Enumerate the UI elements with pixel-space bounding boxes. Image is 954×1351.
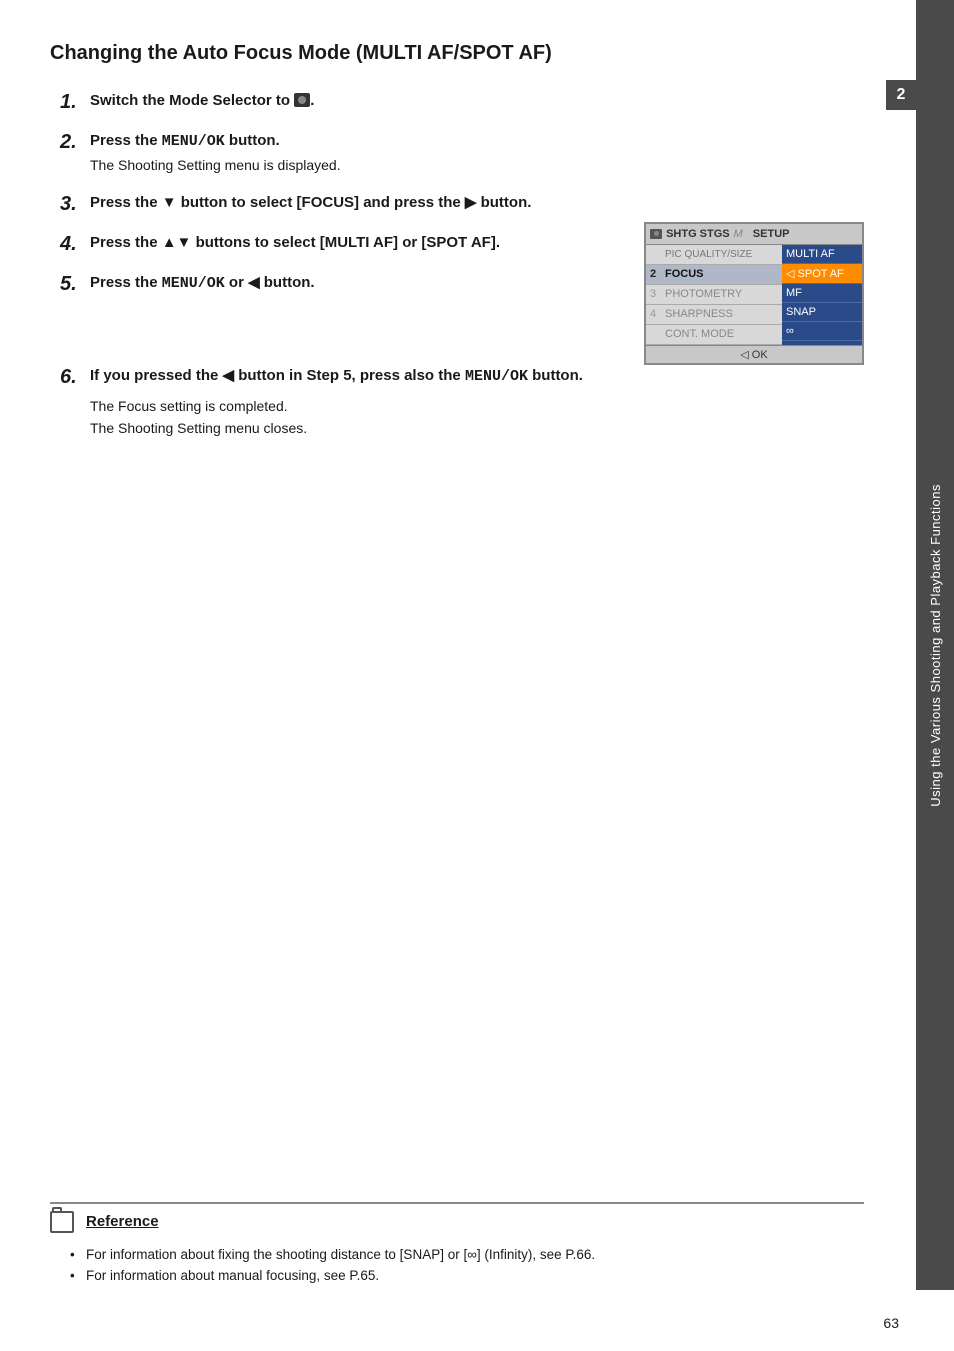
menu-row-2: 2 FOCUS [646, 265, 782, 285]
step-5-number: 5. [60, 272, 90, 296]
menu-body: PIC QUALITY/SIZE 2 FOCUS 3 PHOTOMETRY [646, 245, 862, 345]
step-5: 5. Press the MENU/OK or ◀ button. [60, 272, 624, 296]
step-1-content: Switch the Mode Selector to . [90, 90, 864, 111]
menu-option-2: ◁ SPOT AF [782, 264, 862, 284]
menu-row-num-4: 4 [650, 308, 662, 320]
step-5-content: Press the MENU/OK or ◀ button. [90, 272, 624, 294]
step-3: 3. Press the ▼ button to select [FOCUS] … [60, 192, 864, 216]
step-6: 6. If you pressed the ◀ button in Step 5… [60, 365, 864, 440]
camera-menu-image: SHTG STGS M SETUP PIC QUALITY/SIZE [644, 222, 864, 365]
steps-4-5-row: 4. Press the ▲▼ buttons to select [MULTI… [60, 232, 864, 365]
step-2-content: Press the MENU/OK button. The Shooting S… [90, 130, 864, 176]
camera-menu: SHTG STGS M SETUP PIC QUALITY/SIZE [644, 222, 864, 365]
reference-header: Reference [50, 1204, 864, 1240]
menu-row-num-2: 2 [650, 268, 662, 280]
step-6-sub: The Focus setting is completed. The Shoo… [90, 395, 864, 440]
step-5-text: Press the MENU/OK or ◀ button. [90, 274, 315, 291]
menu-row-1: PIC QUALITY/SIZE [646, 245, 782, 265]
reference-title: Reference [86, 1213, 159, 1230]
step-2-main: Press the MENU/OK button. [90, 132, 280, 149]
sidebar-tab: Using the Various Shooting and Playback … [916, 0, 954, 1290]
reference-icon [50, 1210, 78, 1234]
step-3-number: 3. [60, 192, 90, 216]
step-2-number: 2. [60, 130, 90, 154]
step-2-sub: The Shooting Setting menu is displayed. [90, 156, 864, 176]
menu-option-4: SNAP [782, 303, 862, 322]
step-4: 4. Press the ▲▼ buttons to select [MULTI… [60, 232, 624, 256]
menu-row-label-3: PHOTOMETRY [665, 288, 742, 300]
step-4-content: Press the ▲▼ buttons to select [MULTI AF… [90, 232, 624, 253]
menu-left: PIC QUALITY/SIZE 2 FOCUS 3 PHOTOMETRY [646, 245, 782, 345]
menu-row-label-5: CONT. MODE [665, 328, 734, 340]
menu-row-label-4: SHARPNESS [665, 308, 733, 320]
reference-section: Reference For information about fixing t… [50, 1202, 864, 1291]
step-4-number: 4. [60, 232, 90, 256]
step-2: 2. Press the MENU/OK button. The Shootin… [60, 130, 864, 176]
step-4-text: Press the ▲▼ buttons to select [MULTI AF… [90, 234, 500, 251]
menu-row-4: 4 SHARPNESS [646, 305, 782, 325]
reference-item-2: For information about manual focusing, s… [70, 1265, 864, 1287]
menu-row-num-3: 3 [650, 288, 662, 300]
menu-tab-m: M [734, 228, 743, 240]
steps-4-5-left: 4. Press the ▲▼ buttons to select [MULTI… [60, 232, 624, 312]
menu-footer: ◁ OK [646, 345, 862, 363]
page-container: Using the Various Shooting and Playback … [0, 0, 954, 1351]
menu-row-label-1: PIC QUALITY/SIZE [665, 249, 752, 260]
menu-row-label-2: FOCUS [665, 268, 704, 280]
step-6-number: 6. [60, 365, 90, 389]
menu-option-3: MF [782, 284, 862, 303]
step-3-text: Press the ▼ button to select [FOCUS] and… [90, 194, 531, 211]
step-1-text: Switch the Mode Selector to . [90, 92, 314, 109]
menu-header: SHTG STGS M SETUP [646, 224, 862, 245]
step-6-sub1: The Focus setting is completed. [90, 395, 864, 417]
menu-row-3: 3 PHOTOMETRY [646, 285, 782, 305]
reference-item-1: For information about fixing the shootin… [70, 1244, 864, 1266]
step-6-content: If you pressed the ◀ button in Step 5, p… [90, 365, 864, 440]
step-3-content: Press the ▼ button to select [FOCUS] and… [90, 192, 864, 213]
menu-row-5: CONT. MODE [646, 325, 782, 345]
step-1-number: 1. [60, 90, 90, 114]
ref-icon-shape [50, 1211, 74, 1233]
page-title: Changing the Auto Focus Mode (MULTI AF/S… [50, 40, 864, 66]
chapter-number: 2 [886, 80, 916, 110]
reference-items: For information about fixing the shootin… [50, 1240, 864, 1291]
menu-right: MULTI AF ◁ SPOT AF MF SNAP ∞ [782, 245, 862, 345]
page-number: 63 [883, 1315, 899, 1331]
step-1: 1. Switch the Mode Selector to . [60, 90, 864, 114]
menu-tab-setup: SETUP [747, 226, 796, 242]
menu-option-1: MULTI AF [782, 245, 862, 264]
step-6-main: If you pressed the ◀ button in Step 5, p… [90, 367, 583, 384]
menu-option-5: ∞ [782, 322, 862, 341]
sidebar-tab-text: Using the Various Shooting and Playback … [928, 484, 943, 807]
step-6-sub2: The Shooting Setting menu closes. [90, 417, 864, 439]
steps-container: 1. Switch the Mode Selector to . 2. Pres… [60, 90, 864, 439]
